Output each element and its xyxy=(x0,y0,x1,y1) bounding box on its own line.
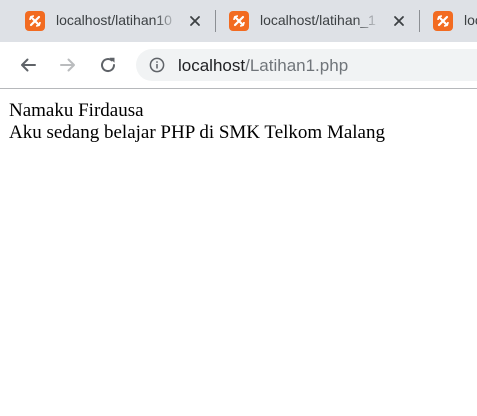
address-bar[interactable]: localhost/Latihan1.php xyxy=(136,49,477,81)
toolbar-divider xyxy=(0,88,477,89)
tab-strip: localhost/latihan10 localhost/latihan_1 xyxy=(0,0,477,42)
back-arrow-icon[interactable] xyxy=(16,53,40,77)
tab-title: localhost/latihan xyxy=(464,12,477,28)
tab-2[interactable]: localhost/latihan_1 xyxy=(229,0,409,42)
tab-title: localhost/latihan_1 xyxy=(260,12,376,28)
page-content: Namaku Firdausa Aku sedang belajar PHP d… xyxy=(9,100,385,144)
content-line-2: Aku sedang belajar PHP di SMK Telkom Mal… xyxy=(9,122,385,143)
tab-1[interactable]: localhost/latihan10 xyxy=(25,0,210,42)
close-icon[interactable] xyxy=(187,13,203,29)
reload-icon[interactable] xyxy=(96,53,120,77)
content-line-1: Namaku Firdausa xyxy=(9,100,144,121)
url-text[interactable]: localhost/Latihan1.php xyxy=(178,56,348,76)
url-host: localhost xyxy=(178,56,246,75)
xampp-icon xyxy=(433,11,453,31)
url-path: /Latihan1.php xyxy=(245,56,349,75)
forward-arrow-icon[interactable] xyxy=(56,53,80,77)
xampp-icon xyxy=(229,11,249,31)
tab-separator xyxy=(419,10,420,32)
close-icon[interactable] xyxy=(391,13,407,29)
xampp-icon xyxy=(25,11,45,31)
browser-toolbar: localhost/Latihan1.php xyxy=(0,42,477,88)
tab-separator xyxy=(215,10,216,32)
tab-3[interactable]: localhost/latihan xyxy=(433,0,477,42)
tab-title: localhost/latihan10 xyxy=(56,12,172,28)
info-icon[interactable] xyxy=(149,57,165,73)
